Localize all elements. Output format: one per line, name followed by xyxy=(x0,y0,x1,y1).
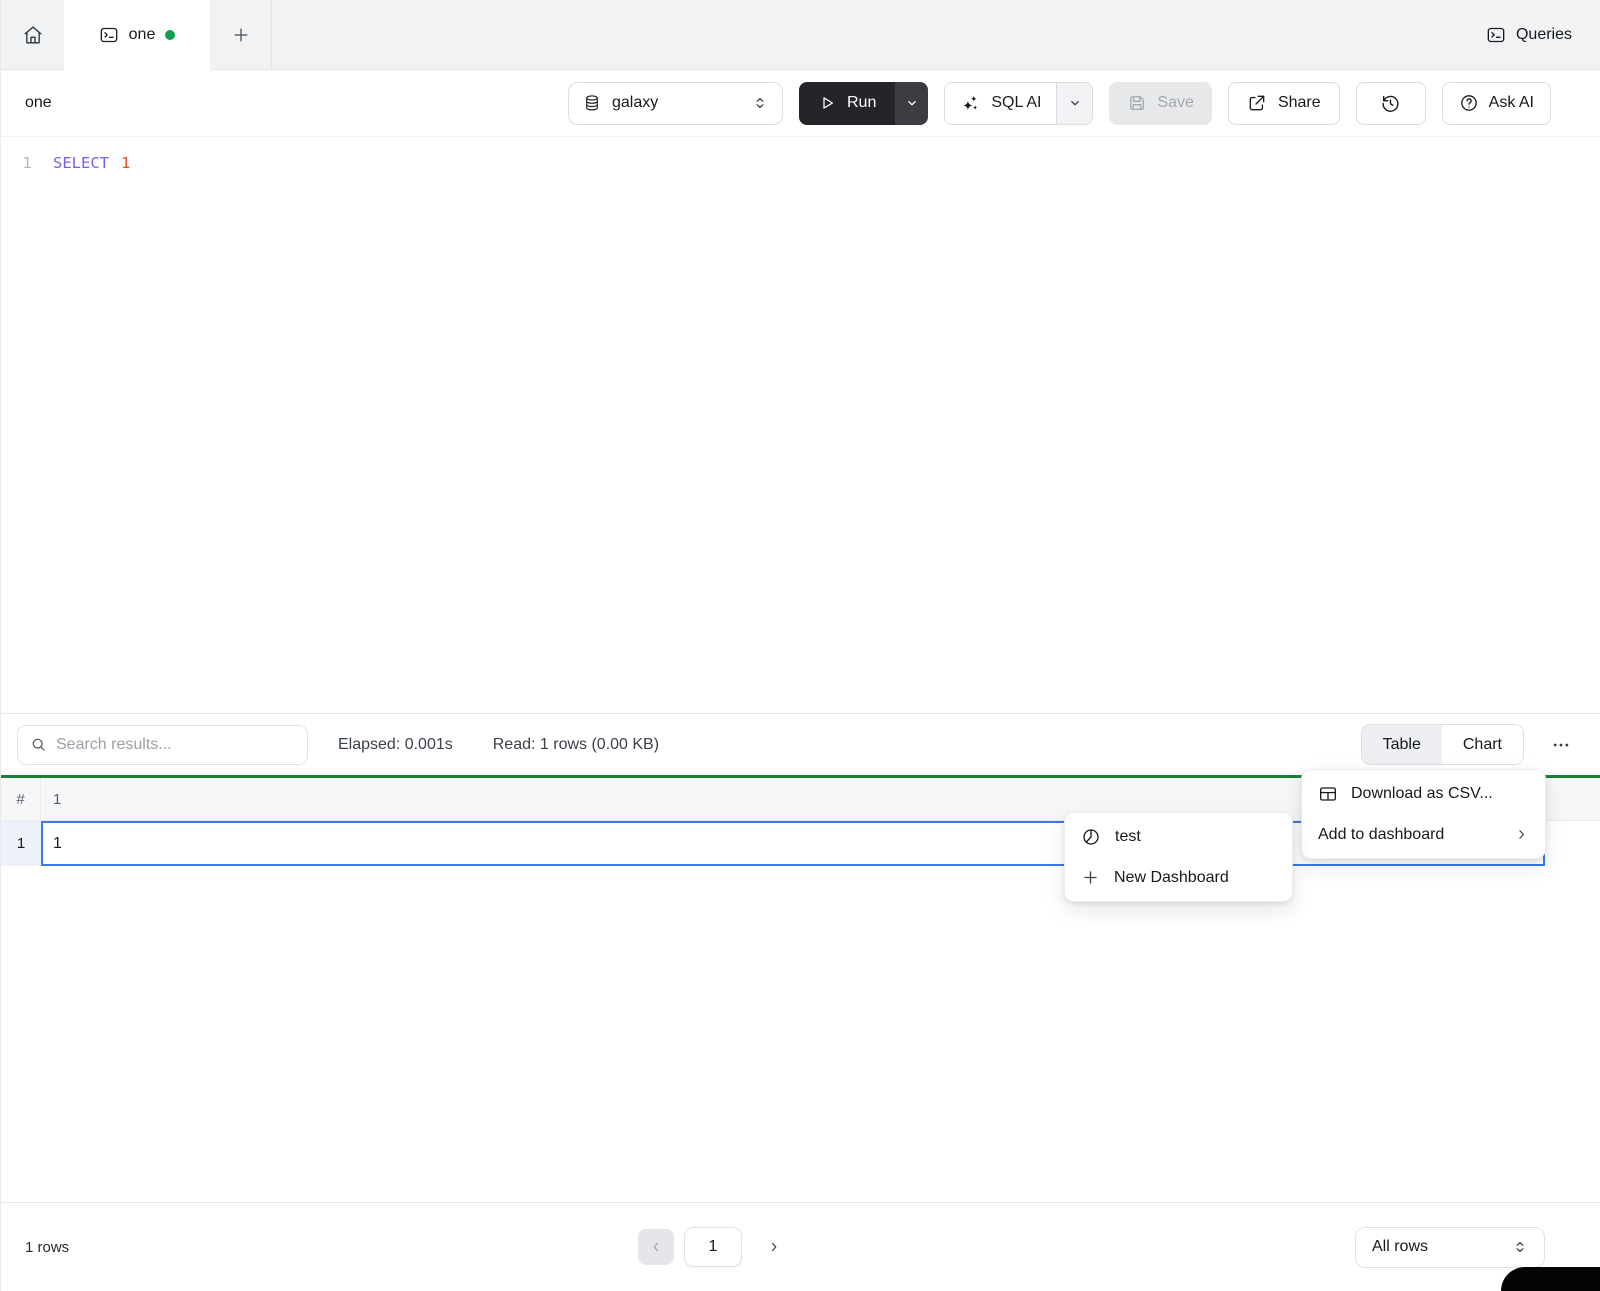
results-toolbar: Elapsed: 0.001s Read: 1 rows (0.00 KB) T… xyxy=(1,713,1600,775)
run-button-group: Run xyxy=(799,82,928,125)
database-selector[interactable]: galaxy xyxy=(568,82,783,125)
share-button[interactable]: Share xyxy=(1228,82,1340,125)
history-icon xyxy=(1380,93,1401,114)
index-column-header: # xyxy=(1,778,41,820)
tab-label: one xyxy=(129,26,156,44)
more-options-button[interactable] xyxy=(1546,730,1576,760)
run-button[interactable]: Run xyxy=(799,82,895,125)
corner-widget xyxy=(1501,1267,1600,1291)
read-stat: Read: 1 rows (0.00 KB) xyxy=(493,736,659,754)
updown-chevron-icon xyxy=(1512,1239,1528,1255)
plus-icon xyxy=(1081,868,1100,887)
sql-ai-dropdown-button[interactable] xyxy=(1056,83,1092,124)
home-icon xyxy=(22,24,44,46)
row-index: 1 xyxy=(1,821,41,866)
tab-one[interactable]: one xyxy=(64,0,210,70)
page-number-button[interactable]: 1 xyxy=(684,1227,742,1267)
history-button[interactable] xyxy=(1356,82,1426,125)
page-title: one xyxy=(25,94,552,112)
home-button[interactable] xyxy=(1,0,64,70)
menu-item-label: Download as CSV... xyxy=(1351,785,1493,803)
tab-bar-spacer: Queries xyxy=(272,0,1600,70)
elapsed-stat: Elapsed: 0.001s xyxy=(338,736,453,754)
query-toolbar: one galaxy Run xyxy=(1,70,1600,137)
search-icon xyxy=(30,736,47,753)
search-box xyxy=(17,725,308,765)
run-dropdown-button[interactable] xyxy=(895,82,928,125)
submenu-item-new-dashboard[interactable]: New Dashboard xyxy=(1065,857,1292,898)
queries-label: Queries xyxy=(1516,26,1572,44)
share-label: Share xyxy=(1278,94,1321,112)
menu-item-download-csv[interactable]: Download as CSV... xyxy=(1302,773,1545,814)
results-empty-area xyxy=(1,866,1600,1202)
submenu-item-label: test xyxy=(1115,828,1141,846)
submenu-item-test[interactable]: test xyxy=(1065,816,1292,857)
ask-ai-label: Ask AI xyxy=(1489,94,1534,112)
sql-literal: 1 xyxy=(121,154,130,172)
next-page-button[interactable] xyxy=(756,1229,792,1265)
tab-status-dot xyxy=(165,30,175,40)
terminal-icon xyxy=(1486,25,1506,45)
sql-keyword: SELECT xyxy=(53,154,109,172)
submenu-item-label: New Dashboard xyxy=(1114,869,1229,887)
dashboard-submenu: test New Dashboard xyxy=(1064,812,1293,902)
sql-ai-button[interactable]: SQL AI xyxy=(945,83,1056,124)
ask-ai-button[interactable]: Ask AI xyxy=(1442,82,1551,125)
code-editor[interactable]: 1 SELECT 1 xyxy=(1,137,1600,713)
help-circle-icon xyxy=(1459,93,1479,113)
code-line: 1 SELECT 1 xyxy=(1,150,1600,176)
sql-ai-label: SQL AI xyxy=(991,94,1041,112)
rows-per-page-select[interactable]: All rows xyxy=(1355,1227,1545,1268)
tab-table[interactable]: Table xyxy=(1362,725,1442,764)
terminal-icon xyxy=(99,25,119,45)
sparkles-icon xyxy=(960,93,980,113)
updown-chevron-icon xyxy=(752,95,768,111)
play-icon xyxy=(818,94,836,112)
tab-chart[interactable]: Chart xyxy=(1442,725,1523,764)
tab-bar: one Queries xyxy=(1,0,1600,70)
status-bar: 1 rows 1 All rows xyxy=(1,1202,1600,1291)
database-icon xyxy=(583,94,601,112)
pagination: 1 xyxy=(638,1227,792,1267)
chevron-left-icon xyxy=(649,1240,663,1254)
menu-item-add-to-dashboard[interactable]: Add to dashboard xyxy=(1302,814,1545,855)
database-selector-label: galaxy xyxy=(612,94,658,112)
run-label: Run xyxy=(847,94,876,112)
results-context-menu: Download as CSV... Add to dashboard xyxy=(1301,769,1546,859)
table-icon xyxy=(1318,784,1338,804)
chevron-right-icon xyxy=(767,1240,781,1254)
sql-ai-button-group: SQL AI xyxy=(944,82,1093,125)
rows-count: 1 rows xyxy=(25,1239,69,1256)
chevron-down-icon xyxy=(1068,96,1082,110)
new-tab-button[interactable] xyxy=(210,0,272,70)
prev-page-button[interactable] xyxy=(638,1229,674,1265)
plus-icon xyxy=(231,25,251,45)
line-number: 1 xyxy=(1,154,53,172)
sql-console-window: one Queries one galaxy xyxy=(0,0,1600,1291)
search-results-input[interactable] xyxy=(56,736,295,754)
share-icon xyxy=(1247,93,1267,113)
save-label: Save xyxy=(1157,94,1193,112)
save-icon xyxy=(1127,93,1147,113)
view-toggle: Table Chart xyxy=(1361,724,1524,765)
save-button[interactable]: Save xyxy=(1109,82,1211,125)
chevron-down-icon xyxy=(905,96,919,110)
pie-chart-icon xyxy=(1081,827,1101,847)
queries-button[interactable]: Queries xyxy=(1486,25,1572,45)
rows-per-page-label: All rows xyxy=(1372,1238,1428,1256)
ellipsis-icon xyxy=(1551,735,1571,755)
menu-item-label: Add to dashboard xyxy=(1318,826,1444,844)
chevron-right-icon xyxy=(1514,827,1529,842)
